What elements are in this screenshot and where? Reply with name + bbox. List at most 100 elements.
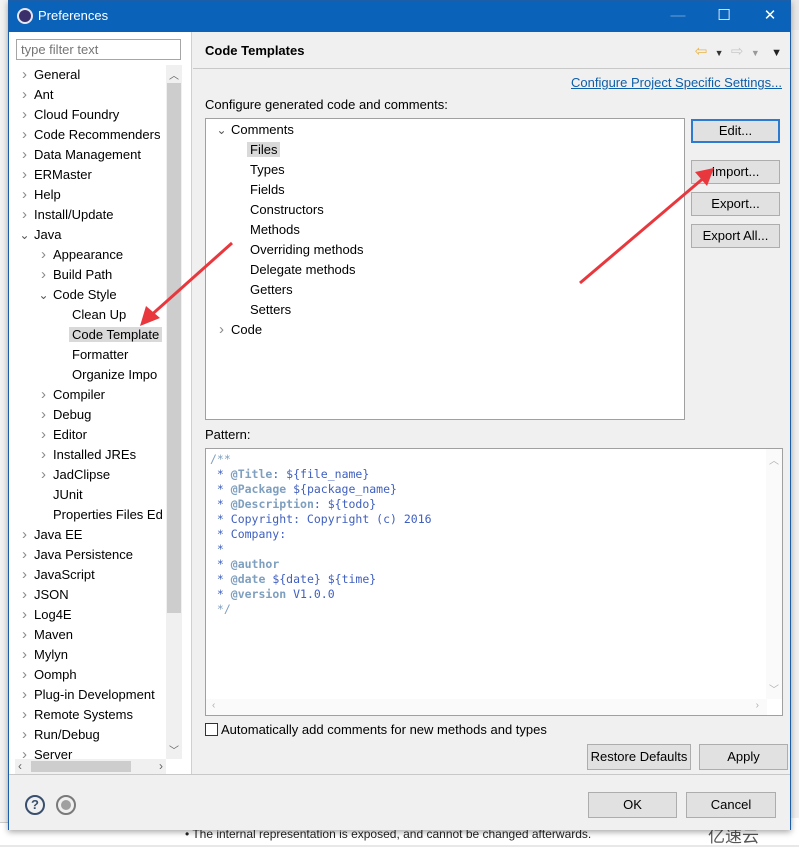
- chevron-right-icon[interactable]: ›: [15, 205, 34, 225]
- back-arrow-icon[interactable]: ⇦: [695, 42, 708, 60]
- chevron-right-icon[interactable]: ›: [15, 665, 34, 685]
- tree-item[interactable]: › Editor: [34, 425, 87, 445]
- minimize-button[interactable]: —: [658, 5, 698, 27]
- edit-button[interactable]: Edit...: [691, 119, 780, 143]
- tree-item[interactable]: › Install/Update: [15, 205, 114, 225]
- tree-item[interactable]: Methods: [231, 220, 300, 240]
- scroll-left-icon[interactable]: ‹: [18, 759, 22, 773]
- ok-button[interactable]: OK: [588, 792, 677, 818]
- tree-item[interactable]: › JSON: [15, 585, 69, 605]
- tree-item[interactable]: ⌄ Code Style: [34, 285, 116, 305]
- tree-item[interactable]: ⌄ Java: [15, 225, 61, 245]
- tree-item[interactable]: › Cloud Foundry: [15, 105, 119, 125]
- tree-item[interactable]: › Java EE: [15, 525, 82, 545]
- chevron-right-icon[interactable]: ›: [15, 545, 34, 565]
- pattern-vertical-scrollbar[interactable]: ︿ ﹀: [766, 449, 782, 699]
- scroll-left-icon[interactable]: ‹: [212, 700, 215, 711]
- view-menu-icon[interactable]: ▼: [771, 47, 782, 59]
- apply-button[interactable]: Apply: [699, 744, 788, 770]
- chevron-right-icon[interactable]: ›: [15, 565, 34, 585]
- chevron-right-icon[interactable]: ›: [15, 705, 34, 725]
- tree-item[interactable]: › Log4E: [15, 605, 72, 625]
- tree-item[interactable]: Getters: [231, 280, 293, 300]
- tree-item[interactable]: Code Template: [53, 325, 163, 345]
- scroll-up-icon[interactable]: ︿: [166, 67, 182, 82]
- back-dropdown-icon[interactable]: ▼: [715, 48, 724, 58]
- restore-defaults-button[interactable]: Restore Defaults: [587, 744, 691, 770]
- tree-item[interactable]: Constructors: [231, 200, 324, 220]
- chevron-right-icon[interactable]: ›: [15, 605, 34, 625]
- chevron-right-icon[interactable]: ›: [15, 185, 34, 205]
- scrollbar-thumb[interactable]: [167, 83, 181, 613]
- chevron-right-icon[interactable]: ›: [15, 685, 34, 705]
- chevron-right-icon[interactable]: ›: [15, 645, 34, 665]
- checkbox-box[interactable]: [205, 723, 218, 736]
- tree-item[interactable]: Properties Files Ed: [34, 505, 163, 525]
- tree-item[interactable]: › Mylyn: [15, 645, 68, 665]
- chevron-right-icon[interactable]: ›: [212, 320, 231, 340]
- tree-item[interactable]: › Remote Systems: [15, 705, 133, 725]
- tree-item[interactable]: › JavaScript: [15, 565, 95, 585]
- pattern-text[interactable]: /** * @Title: ${file_name} * @Package ${…: [210, 452, 432, 617]
- chevron-right-icon[interactable]: ›: [34, 445, 53, 465]
- scrollbar-thumb[interactable]: [31, 761, 131, 772]
- tree-item[interactable]: › Debug: [34, 405, 91, 425]
- tree-item[interactable]: Overriding methods: [231, 240, 363, 260]
- tree-item[interactable]: Setters: [231, 300, 291, 320]
- tree-item[interactable]: Fields: [231, 180, 285, 200]
- tree-item[interactable]: › Help: [15, 185, 61, 205]
- forward-dropdown-icon[interactable]: ▼: [751, 48, 760, 58]
- tree-item[interactable]: › JadClipse: [34, 465, 110, 485]
- tree-item[interactable]: ⌄ Comments: [212, 120, 293, 140]
- tree-item[interactable]: › General: [15, 65, 80, 85]
- chevron-right-icon[interactable]: ›: [15, 625, 34, 645]
- tree-item[interactable]: › Appearance: [34, 245, 123, 265]
- tree-item[interactable]: › Code Recommenders: [15, 125, 160, 145]
- maximize-button[interactable]: ☐: [704, 5, 744, 27]
- tree-item[interactable]: › Run/Debug: [15, 725, 100, 745]
- chevron-down-icon[interactable]: ⌄: [34, 285, 53, 305]
- tree-item[interactable]: › Installed JREs: [34, 445, 136, 465]
- export-button[interactable]: Export...: [691, 192, 780, 216]
- tree-item[interactable]: › Build Path: [34, 265, 112, 285]
- record-macro-icon[interactable]: [56, 795, 76, 815]
- chevron-right-icon[interactable]: ›: [34, 265, 53, 285]
- pattern-horizontal-scrollbar[interactable]: ‹ ›: [206, 699, 767, 715]
- chevron-right-icon[interactable]: ›: [15, 585, 34, 605]
- close-button[interactable]: ✕: [750, 5, 790, 27]
- tree-item[interactable]: › Plug-in Development: [15, 685, 155, 705]
- tree-item[interactable]: Clean Up: [53, 305, 126, 325]
- chevron-right-icon[interactable]: ›: [15, 145, 34, 165]
- scroll-right-icon[interactable]: ›: [159, 759, 163, 773]
- chevron-right-icon[interactable]: ›: [15, 85, 34, 105]
- scroll-up-icon[interactable]: ︿: [769, 452, 779, 467]
- tree-item[interactable]: JUnit: [34, 485, 83, 505]
- tree-item[interactable]: Types: [231, 160, 285, 180]
- forward-arrow-icon[interactable]: ⇨: [731, 42, 744, 60]
- tree-item[interactable]: › Maven: [15, 625, 73, 645]
- filter-input[interactable]: [16, 39, 181, 60]
- tree-item[interactable]: › Code: [212, 320, 262, 340]
- chevron-down-icon[interactable]: ⌄: [15, 225, 34, 245]
- configure-project-settings-link[interactable]: Configure Project Specific Settings...: [571, 75, 782, 90]
- tree-item[interactable]: › Server: [15, 745, 72, 759]
- chevron-right-icon[interactable]: ›: [15, 125, 34, 145]
- pattern-editor[interactable]: /** * @Title: ${file_name} * @Package ${…: [205, 448, 783, 716]
- chevron-right-icon[interactable]: ›: [15, 105, 34, 125]
- chevron-right-icon[interactable]: ›: [34, 425, 53, 445]
- scroll-down-icon[interactable]: ﹀: [769, 681, 779, 696]
- chevron-right-icon[interactable]: ›: [15, 745, 34, 759]
- help-icon[interactable]: ?: [25, 795, 45, 815]
- tree-item[interactable]: › Compiler: [34, 385, 105, 405]
- chevron-right-icon[interactable]: ›: [34, 245, 53, 265]
- export-all-button[interactable]: Export All...: [691, 224, 780, 248]
- sidebar-vertical-scrollbar[interactable]: ︿ ﹀: [166, 65, 182, 759]
- cancel-button[interactable]: Cancel: [686, 792, 776, 818]
- chevron-down-icon[interactable]: ⌄: [212, 120, 231, 140]
- tree-item[interactable]: Delegate methods: [231, 260, 356, 280]
- chevron-right-icon[interactable]: ›: [15, 65, 34, 85]
- chevron-right-icon[interactable]: ›: [15, 525, 34, 545]
- scroll-down-icon[interactable]: ﹀: [166, 742, 182, 757]
- tree-item[interactable]: › ERMaster: [15, 165, 92, 185]
- tree-item[interactable]: › Java Persistence: [15, 545, 133, 565]
